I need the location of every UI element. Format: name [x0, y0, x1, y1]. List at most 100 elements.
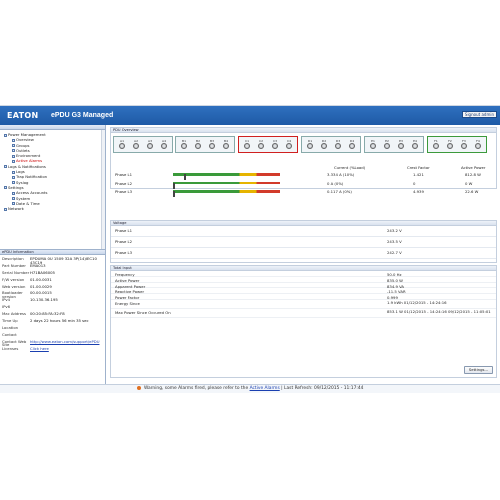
outlet[interactable]: B3 — [208, 139, 216, 151]
outlet[interactable]: E2 — [383, 139, 391, 151]
outlet[interactable]: E3 — [397, 139, 405, 151]
outlet-socket-icon — [461, 143, 467, 149]
phase-name: Phase L1 — [115, 172, 133, 177]
outlet-socket-icon — [370, 143, 376, 149]
settings-button[interactable]: Settings... — [464, 366, 493, 374]
total-input-row: Max Power Since Occured On 853.1 W 01/12/… — [111, 309, 496, 318]
outlet-label: F3 — [462, 139, 466, 143]
outlet[interactable]: C1 — [243, 139, 251, 151]
nav-item-label: Environment — [16, 153, 41, 159]
nav-item-label: Logs & Notifications — [8, 163, 46, 169]
outlet[interactable]: F2 — [446, 139, 454, 151]
app-frame: EATON ePDU G3 Managed Signout admin Powe… — [0, 105, 500, 393]
phase-load-bar — [173, 181, 280, 189]
outlet-group: D1 D2 D3 D4 — [301, 136, 361, 153]
total-input-value: 1.9 kWh 01/12/2015 - 14:24:16 — [387, 299, 447, 305]
info-key: Licenses — [2, 345, 19, 351]
phase-table-header: Current (%Load) Crest Factor Active Powe… — [115, 163, 493, 170]
outlet-label: E4 — [413, 139, 417, 143]
phase-crest: 4.939 — [413, 189, 424, 194]
outlet-label: D2 — [321, 139, 327, 143]
outlet-socket-icon — [433, 143, 439, 149]
active-alarms-link[interactable]: Active Alarms — [250, 386, 280, 391]
outlet[interactable]: F3 — [460, 139, 468, 151]
voltage-label: Phase L1 — [115, 228, 133, 233]
outlet[interactable]: B2 — [194, 139, 202, 151]
pdu-overview-section: PDU Overview A1 A2 A3 A4 B1 B2 B3 B4 C1 C2 C3 C4 D1 D… — [110, 127, 497, 197]
nav-item-label: Access Accounts — [16, 190, 48, 196]
nav-item-label: Groups — [16, 142, 30, 148]
signout-button[interactable]: Signout admin — [461, 111, 497, 118]
voltage-rows: Phase L1 243.2 V Phase L2 243.5 V Phase L3 24… — [111, 226, 496, 259]
outlet[interactable]: C3 — [271, 139, 279, 151]
outlet-label: D3 — [335, 139, 341, 143]
outlet-socket-icon — [181, 143, 187, 149]
outlet-label: B2 — [196, 139, 200, 143]
info-row: Licenses Click here — [2, 345, 103, 354]
outlet[interactable]: D1 — [306, 139, 314, 151]
outlet[interactable]: A2 — [132, 139, 140, 151]
phase-crest: 1.421 — [413, 172, 424, 177]
voltage-row: Phase L2 243.5 V — [111, 237, 496, 248]
outlet[interactable]: E4 — [411, 139, 419, 151]
outlet-label: E1 — [371, 139, 375, 143]
phase-name: Phase L3 — [115, 189, 133, 194]
outlet[interactable]: D2 — [320, 139, 328, 151]
outlet[interactable]: A3 — [146, 139, 154, 151]
voltage-row: Phase L1 243.2 V — [111, 226, 496, 237]
outlet[interactable]: B4 — [222, 139, 230, 151]
outlet-strip: A1 A2 A3 A4 B1 B2 B3 B4 C1 C2 C3 C4 D1 D2 D3 D4 E1 E2 E3 E4… — [113, 136, 496, 153]
outlet-group: F1 F2 F3 F4 — [427, 136, 487, 153]
page-icon — [12, 202, 15, 206]
outlet[interactable]: F4 — [474, 139, 482, 151]
phase-name: Phase L2 — [115, 180, 133, 186]
outlet[interactable]: F1 — [432, 139, 440, 151]
outlet-socket-icon — [161, 143, 167, 149]
outlet[interactable]: C2 — [257, 139, 265, 151]
outlet-socket-icon — [447, 143, 453, 149]
main-content: PDU Overview A1 A2 A3 A4 B1 B2 B3 B4 C1 C2 C3 C4 D1 D… — [110, 125, 497, 379]
outlet-label: F2 — [448, 139, 452, 143]
outlet[interactable]: A1 — [118, 139, 126, 151]
nav-item-label: Date & Time — [16, 200, 40, 206]
info-link[interactable]: Click here — [30, 346, 103, 354]
info-value: 10.130.36.195 — [30, 297, 58, 303]
nav-item-label: Active Alarms — [16, 158, 43, 164]
outlet-socket-icon — [475, 143, 481, 149]
phase-load-marker — [173, 191, 175, 197]
outlet-label: B4 — [224, 139, 228, 143]
outlet[interactable]: C4 — [285, 139, 293, 151]
outlet-socket-icon — [195, 143, 201, 149]
eaton-logo: EATON — [7, 111, 39, 120]
outlet[interactable]: E1 — [369, 139, 377, 151]
page-icon — [12, 175, 15, 179]
outlet-label: C2 — [258, 139, 263, 143]
nav-item-label: Settings — [8, 184, 24, 190]
voltage-value: 242.7 V — [387, 250, 402, 255]
phase-current: 0.117 A (0%) — [327, 189, 352, 194]
phase-load-bar — [173, 190, 280, 197]
status-bar: Warning, some Alarms fired, please refer… — [0, 384, 500, 393]
outlet-socket-icon — [119, 143, 125, 149]
nav-item[interactable]: Network — [2, 206, 103, 211]
phase-active-power: 0 W — [465, 180, 473, 186]
voltage-label: Phase L2 — [115, 239, 133, 244]
top-bar: EATON ePDU G3 Managed Signout admin — [0, 106, 500, 125]
outlet-label: B1 — [182, 139, 186, 143]
outlet-group: A1 A2 A3 A4 — [113, 136, 173, 153]
sidebar: Power Management Overview Groups Outlets Env… — [0, 125, 106, 393]
nav-item-label: Power Management — [8, 132, 46, 137]
status-prefix: Warning, some Alarms fired, please refer… — [143, 386, 249, 391]
outlet-label: E3 — [399, 139, 403, 143]
outlet[interactable]: D4 — [348, 139, 356, 151]
phase-crest: 0 — [413, 180, 416, 186]
phase-active-power: 22.6 W — [465, 189, 479, 194]
outlet[interactable]: A4 — [160, 139, 168, 151]
outlet-socket-icon — [272, 143, 278, 149]
outlet[interactable]: B1 — [180, 139, 188, 151]
outlet-socket-icon — [147, 143, 153, 149]
nav-tree: Power Management Overview Groups Outlets Env… — [0, 130, 105, 250]
outlet-label: D4 — [349, 139, 355, 143]
phase-current: 3.334 A (10%) — [327, 172, 355, 177]
outlet[interactable]: D3 — [334, 139, 342, 151]
